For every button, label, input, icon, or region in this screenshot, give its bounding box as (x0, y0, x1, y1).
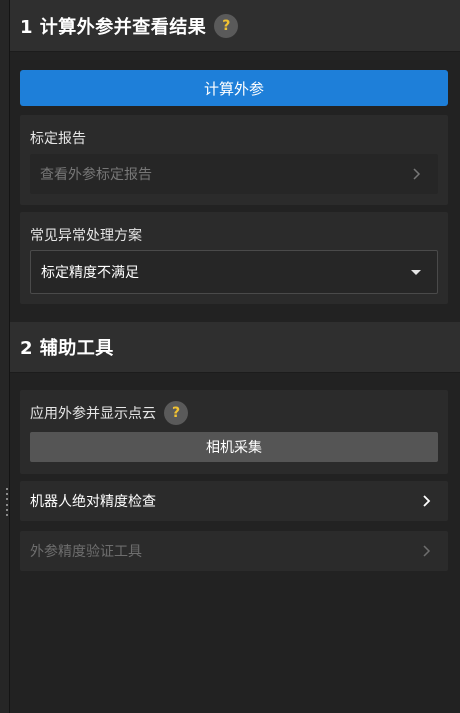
camera-capture-button[interactable]: 相机采集 (30, 432, 438, 462)
section-1-header: 1 计算外参并查看结果 ? (10, 0, 460, 52)
extrinsic-verify-tool-label: 外参精度验证工具 (30, 544, 142, 560)
chevron-right-icon (420, 544, 434, 558)
splitter-handle[interactable] (6, 488, 9, 516)
compute-extrinsics-button[interactable]: 计算外参 (20, 70, 448, 106)
report-card-label: 标定报告 (30, 131, 86, 147)
question-mark-icon[interactable]: ? (214, 13, 239, 38)
robot-accuracy-check-item[interactable]: 机器人绝对精度检查 (20, 481, 448, 521)
chevron-down-icon (411, 269, 421, 275)
troubleshooting-card: 常见异常处理方案 标定精度不满足 (20, 212, 448, 304)
troubleshooting-label: 常见异常处理方案 (30, 228, 142, 244)
view-report-link[interactable]: 查看外参标定报告 (30, 154, 438, 194)
issue-select-value: 标定精度不满足 (41, 265, 139, 281)
section-2-header: 2 辅助工具 (10, 322, 460, 373)
panel-content: 1 计算外参并查看结果 ? 计算外参 标定报告 查看外参标定报告 常见异常处理方… (10, 0, 460, 713)
extrinsic-verify-tool-item[interactable]: 外参精度验证工具 (20, 531, 448, 571)
pointcloud-label: 应用外参并显示点云 (30, 406, 156, 422)
robot-accuracy-check-label: 机器人绝对精度检查 (30, 494, 156, 510)
section-2-title: 2 辅助工具 (20, 338, 114, 359)
chevron-right-icon (420, 494, 434, 508)
pointcloud-card: 应用外参并显示点云 ? 相机采集 (20, 390, 448, 474)
pointcloud-label-row: 应用外参并显示点云 ? (30, 401, 188, 425)
view-report-text: 查看外参标定报告 (40, 167, 152, 183)
left-splitter-rail[interactable] (0, 0, 10, 713)
calibration-panel: 1 计算外参并查看结果 ? 计算外参 标定报告 查看外参标定报告 常见异常处理方… (0, 0, 460, 713)
chevron-right-icon (410, 167, 424, 181)
issue-select[interactable]: 标定精度不满足 (30, 250, 438, 294)
question-mark-icon[interactable]: ? (164, 401, 188, 425)
section-1-title: 1 计算外参并查看结果 (20, 16, 207, 38)
calibration-report-card: 标定报告 查看外参标定报告 (20, 115, 448, 205)
